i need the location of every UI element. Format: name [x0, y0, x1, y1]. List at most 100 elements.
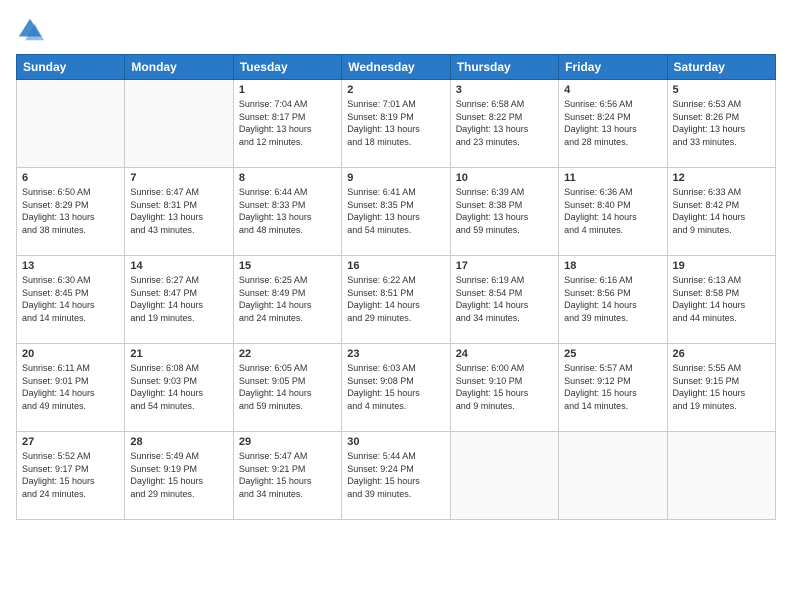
day-of-week-header: Monday [125, 55, 233, 80]
calendar-cell: 17Sunrise: 6:19 AM Sunset: 8:54 PM Dayli… [450, 256, 558, 344]
calendar-cell: 21 Sunrise: 6:08 AM Sunset: 9:03 PM Dayli… [125, 344, 233, 432]
day-number: 18 [564, 260, 661, 272]
calendar-cell: 25 Sunrise: 5:57 AM Sunset: 9:12 PM Dayli… [559, 344, 667, 432]
calendar-cell: 24 Sunrise: 6:00 AM Sunset: 9:10 PM Dayli… [450, 344, 558, 432]
day-info: Sunrise: 6:03 AM Sunset: 9:08 PM Dayligh… [347, 362, 444, 412]
day-number: 24 [456, 348, 553, 360]
calendar-table: SundayMondayTuesdayWednesdayThursdayFrid… [16, 54, 776, 520]
day-number: 20 [22, 348, 119, 360]
calendar-cell: 30 Sunrise: 5:44 AM Sunset: 9:24 PM Dayli… [342, 432, 450, 520]
day-of-week-header: Saturday [667, 55, 775, 80]
day-info: Sunrise: 5:44 AM Sunset: 9:24 PM Dayligh… [347, 450, 444, 500]
calendar-cell: 1 Sunrise: 7:04 AM Sunset: 8:17 PM Daylig… [233, 80, 341, 168]
calendar-cell: 27 Sunrise: 5:52 AM Sunset: 9:17 PM Dayli… [17, 432, 125, 520]
calendar-week-row: 13 Sunrise: 6:30 AM Sunset: 8:45 PM Dayli… [17, 256, 776, 344]
day-info: Sunrise: 6:36 AM Sunset: 8:40 PM Dayligh… [564, 186, 661, 236]
day-number: 30 [347, 436, 444, 448]
calendar-cell: 13 Sunrise: 6:30 AM Sunset: 8:45 PM Dayli… [17, 256, 125, 344]
day-number: 22 [239, 348, 336, 360]
day-number: 21 [130, 348, 227, 360]
day-of-week-header: Thursday [450, 55, 558, 80]
calendar-week-row: 1 Sunrise: 7:04 AM Sunset: 8:17 PM Daylig… [17, 80, 776, 168]
day-info: Sunrise: 5:52 AM Sunset: 9:17 PM Dayligh… [22, 450, 119, 500]
day-info: Sunrise: 5:47 AM Sunset: 9:21 PM Dayligh… [239, 450, 336, 500]
calendar-cell: 7 Sunrise: 6:47 AM Sunset: 8:31 PM Daylig… [125, 168, 233, 256]
day-info: Sunrise: 7:01 AM Sunset: 8:19 PM Dayligh… [347, 98, 444, 148]
calendar-cell: 18 Sunrise: 6:16 AM Sunset: 8:56 PM Dayli… [559, 256, 667, 344]
calendar-cell: 15 Sunrise: 6:25 AM Sunset: 8:49 PM Dayli… [233, 256, 341, 344]
day-number: 19 [673, 260, 770, 272]
calendar-cell: 10 Sunrise: 6:39 AM Sunset: 8:38 PM Dayli… [450, 168, 558, 256]
day-info: Sunrise: 6:53 AM Sunset: 8:26 PM Dayligh… [673, 98, 770, 148]
day-info: Sunrise: 6:44 AM Sunset: 8:33 PM Dayligh… [239, 186, 336, 236]
day-info: Sunrise: 6:39 AM Sunset: 8:38 PM Dayligh… [456, 186, 553, 236]
day-number: 1 [239, 84, 336, 96]
calendar-cell: 6 Sunrise: 6:50 AM Sunset: 8:29 PM Daylig… [17, 168, 125, 256]
day-info: Sunrise: 6:05 AM Sunset: 9:05 PM Dayligh… [239, 362, 336, 412]
calendar-header-row: SundayMondayTuesdayWednesdayThursdayFrid… [17, 55, 776, 80]
day-number: 8 [239, 172, 336, 184]
page: SundayMondayTuesdayWednesdayThursdayFrid… [0, 0, 792, 612]
day-number: 12 [673, 172, 770, 184]
day-info: Sunrise: 6:22 AM Sunset: 8:51 PM Dayligh… [347, 274, 444, 324]
calendar-cell [559, 432, 667, 520]
day-number: 3 [456, 84, 553, 96]
calendar-cell: 14Sunrise: 6:27 AM Sunset: 8:47 PM Dayli… [125, 256, 233, 344]
calendar-cell: 19Sunrise: 6:13 AM Sunset: 8:58 PM Dayli… [667, 256, 775, 344]
calendar-cell: 26 Sunrise: 5:55 AM Sunset: 9:15 PM Dayli… [667, 344, 775, 432]
calendar-cell: 20Sunrise: 6:11 AM Sunset: 9:01 PM Dayli… [17, 344, 125, 432]
calendar-cell [450, 432, 558, 520]
day-of-week-header: Tuesday [233, 55, 341, 80]
day-info: Sunrise: 6:50 AM Sunset: 8:29 PM Dayligh… [22, 186, 119, 236]
day-info: Sunrise: 6:30 AM Sunset: 8:45 PM Dayligh… [22, 274, 119, 324]
day-number: 4 [564, 84, 661, 96]
day-info: Sunrise: 7:04 AM Sunset: 8:17 PM Dayligh… [239, 98, 336, 148]
day-number: 7 [130, 172, 227, 184]
day-number: 16 [347, 260, 444, 272]
calendar-cell [125, 80, 233, 168]
calendar-cell: 4 Sunrise: 6:56 AM Sunset: 8:24 PM Daylig… [559, 80, 667, 168]
day-info: Sunrise: 5:57 AM Sunset: 9:12 PM Dayligh… [564, 362, 661, 412]
day-number: 11 [564, 172, 661, 184]
day-info: Sunrise: 6:47 AM Sunset: 8:31 PM Dayligh… [130, 186, 227, 236]
day-number: 2 [347, 84, 444, 96]
calendar-cell: 3Sunrise: 6:58 AM Sunset: 8:22 PM Daylig… [450, 80, 558, 168]
calendar-cell: 11 Sunrise: 6:36 AM Sunset: 8:40 PM Dayli… [559, 168, 667, 256]
day-info: Sunrise: 6:19 AM Sunset: 8:54 PM Dayligh… [456, 274, 553, 324]
day-info: Sunrise: 6:00 AM Sunset: 9:10 PM Dayligh… [456, 362, 553, 412]
calendar-cell: 5 Sunrise: 6:53 AM Sunset: 8:26 PM Daylig… [667, 80, 775, 168]
logo-icon [16, 16, 44, 44]
header [16, 16, 776, 44]
calendar-cell: 2 Sunrise: 7:01 AM Sunset: 8:19 PM Daylig… [342, 80, 450, 168]
day-of-week-header: Sunday [17, 55, 125, 80]
day-info: Sunrise: 6:56 AM Sunset: 8:24 PM Dayligh… [564, 98, 661, 148]
day-info: Sunrise: 6:33 AM Sunset: 8:42 PM Dayligh… [673, 186, 770, 236]
day-number: 15 [239, 260, 336, 272]
day-number: 10 [456, 172, 553, 184]
day-number: 14 [130, 260, 227, 272]
day-info: Sunrise: 5:49 AM Sunset: 9:19 PM Dayligh… [130, 450, 227, 500]
day-number: 5 [673, 84, 770, 96]
day-info: Sunrise: 6:25 AM Sunset: 8:49 PM Dayligh… [239, 274, 336, 324]
calendar-week-row: 6 Sunrise: 6:50 AM Sunset: 8:29 PM Daylig… [17, 168, 776, 256]
calendar-cell [17, 80, 125, 168]
day-of-week-header: Wednesday [342, 55, 450, 80]
day-info: Sunrise: 6:41 AM Sunset: 8:35 PM Dayligh… [347, 186, 444, 236]
day-number: 27 [22, 436, 119, 448]
day-info: Sunrise: 6:16 AM Sunset: 8:56 PM Dayligh… [564, 274, 661, 324]
day-info: Sunrise: 6:08 AM Sunset: 9:03 PM Dayligh… [130, 362, 227, 412]
calendar-cell: 12 Sunrise: 6:33 AM Sunset: 8:42 PM Dayli… [667, 168, 775, 256]
day-number: 26 [673, 348, 770, 360]
calendar-cell: 22 Sunrise: 6:05 AM Sunset: 9:05 PM Dayli… [233, 344, 341, 432]
day-number: 13 [22, 260, 119, 272]
day-info: Sunrise: 5:55 AM Sunset: 9:15 PM Dayligh… [673, 362, 770, 412]
day-number: 25 [564, 348, 661, 360]
calendar-cell: 9 Sunrise: 6:41 AM Sunset: 8:35 PM Daylig… [342, 168, 450, 256]
calendar-cell [667, 432, 775, 520]
logo [16, 16, 46, 44]
calendar-cell: 23Sunrise: 6:03 AM Sunset: 9:08 PM Dayli… [342, 344, 450, 432]
calendar-cell: 16 Sunrise: 6:22 AM Sunset: 8:51 PM Dayli… [342, 256, 450, 344]
calendar-cell: 28Sunrise: 5:49 AM Sunset: 9:19 PM Dayli… [125, 432, 233, 520]
day-number: 9 [347, 172, 444, 184]
day-number: 6 [22, 172, 119, 184]
